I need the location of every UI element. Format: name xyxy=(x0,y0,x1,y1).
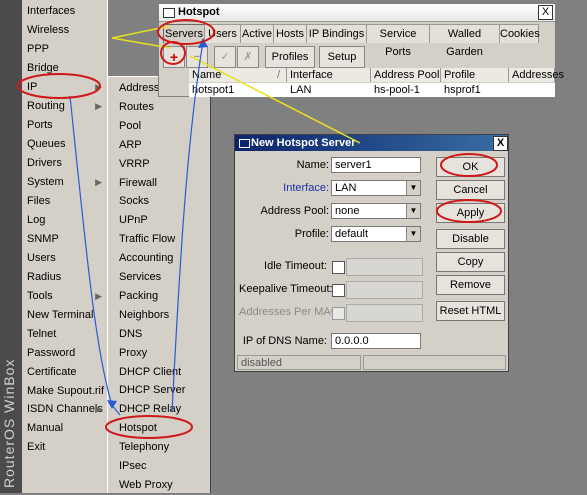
yellow-arrow-line xyxy=(189,55,361,144)
red-highlight-ellipses xyxy=(17,19,502,439)
ip-highlight-ring xyxy=(17,73,101,99)
blue-arrow-line xyxy=(171,41,204,413)
yellow-arrow-line xyxy=(111,25,171,39)
ok-button-highlight-ring xyxy=(440,153,498,177)
hotspot-highlight-ring xyxy=(105,415,193,439)
yellow-annotation-lines xyxy=(111,25,361,144)
blue-arrow-line xyxy=(69,95,113,406)
yellow-arrow-line xyxy=(111,37,171,49)
blue-arrowhead xyxy=(107,400,117,409)
annotation-overlay xyxy=(17,19,502,439)
servers-tab-highlight-ring xyxy=(157,19,215,45)
apply-button-highlight-ring xyxy=(436,199,502,223)
add-button-highlight-ring xyxy=(160,41,186,65)
